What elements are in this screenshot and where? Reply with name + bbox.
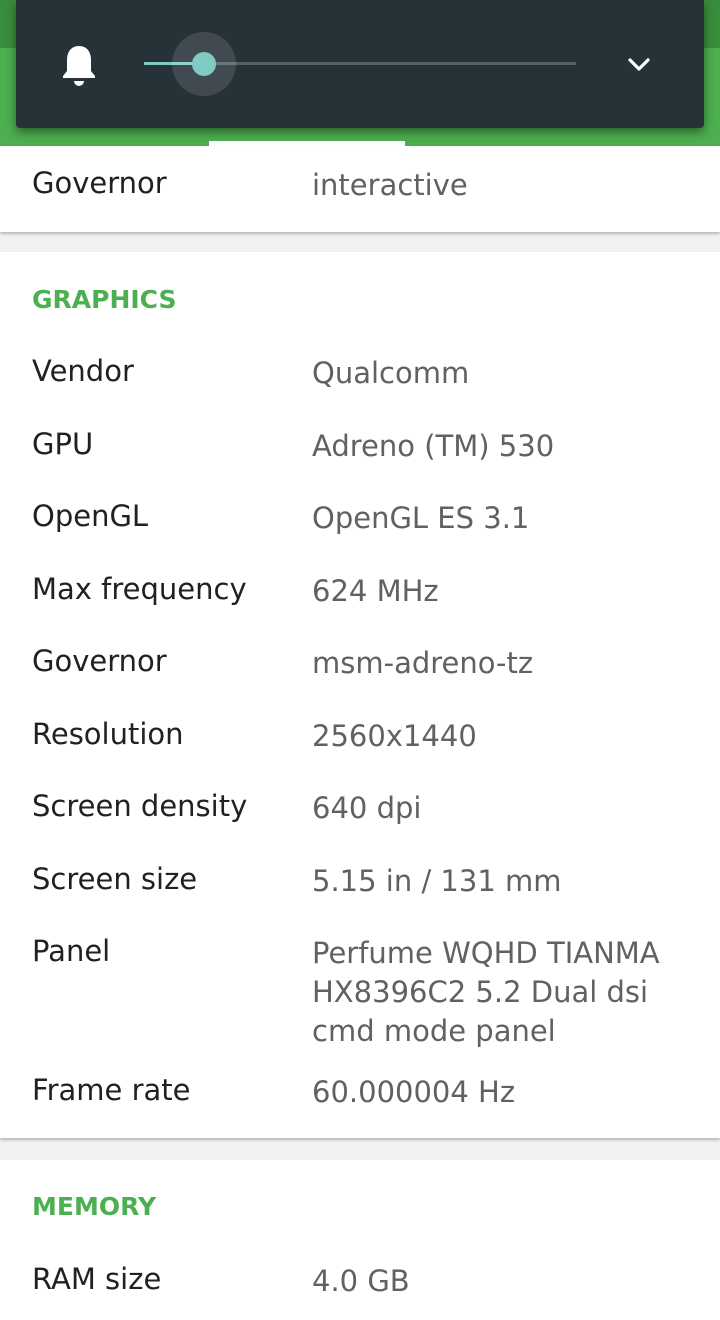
row-value: Qualcomm: [312, 356, 470, 390]
memory-card: MEMORY RAM size 4.0 GB: [0, 1160, 720, 1320]
row-label: Panel: [32, 934, 111, 968]
row-label: Max frequency: [32, 572, 247, 606]
row-label: Frame rate: [32, 1073, 191, 1107]
row-value: 2560x1440: [312, 719, 477, 753]
row-value: Adreno (TM) 530: [312, 429, 555, 463]
row-label: Screen size: [32, 862, 198, 896]
row-value: Perfume WQHD TIANMA HX8396C2 5.2 Dual ds…: [312, 936, 660, 1048]
row-value: 4.0 GB: [312, 1264, 410, 1298]
volume-panel: [16, 0, 704, 128]
section-title-memory: MEMORY: [32, 1192, 157, 1221]
row-value: 5.15 in / 131 mm: [312, 864, 562, 898]
row-label: Vendor: [32, 354, 134, 388]
row-label: RAM size: [32, 1262, 162, 1296]
row-label: OpenGL: [32, 499, 149, 533]
section-title-graphics: GRAPHICS: [32, 285, 177, 314]
row-value: msm-adreno-tz: [312, 646, 534, 680]
row-label: Resolution: [32, 717, 184, 751]
chevron-down-icon[interactable]: [624, 50, 654, 80]
row-label: Governor: [32, 644, 167, 678]
row-value: OpenGL ES 3.1: [312, 501, 530, 535]
row-label: GPU: [32, 427, 94, 461]
row-value: 60.000004 Hz: [312, 1075, 516, 1109]
cpu-card: Governor interactive: [0, 146, 720, 232]
row-value: 624 MHz: [312, 574, 439, 608]
row-label: Governor: [32, 166, 167, 200]
bell-icon[interactable]: [60, 42, 98, 88]
row-label: Screen density: [32, 789, 248, 823]
row-value: interactive: [312, 168, 468, 202]
graphics-card: GRAPHICS Vendor Qualcomm GPU Adreno (TM)…: [0, 252, 720, 1138]
row-value: 640 dpi: [312, 791, 422, 825]
